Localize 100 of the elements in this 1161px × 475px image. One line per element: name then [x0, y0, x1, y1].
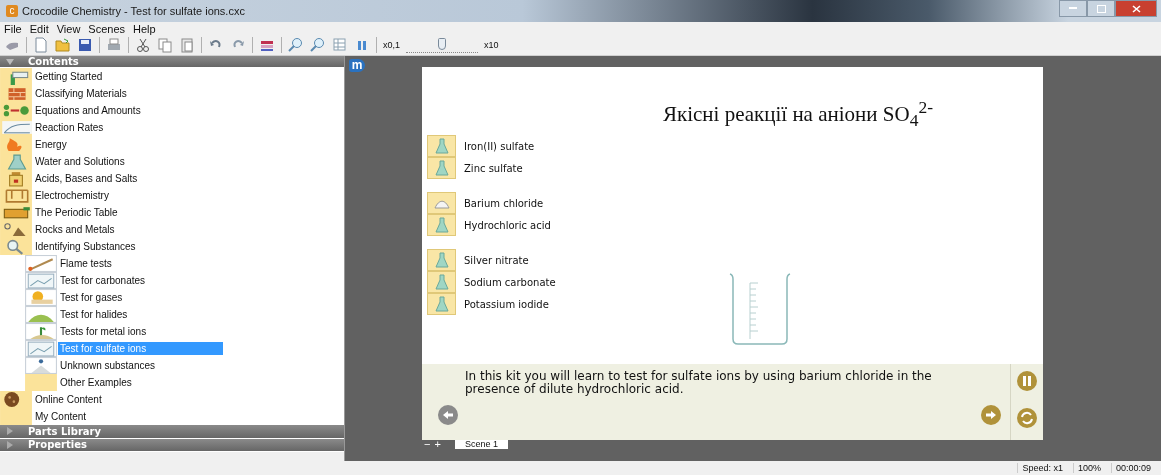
tree-item[interactable]: Rocks and Metals — [33, 223, 117, 236]
flame-icon — [0, 136, 32, 153]
table-icon — [0, 204, 32, 221]
scene-control[interactable]: + — [434, 440, 441, 449]
print-icon[interactable] — [106, 37, 122, 53]
copy-icon[interactable] — [157, 37, 173, 53]
reagent-tile[interactable] — [427, 249, 456, 272]
tree-item[interactable]: Water and Solutions — [33, 155, 127, 168]
panel-header[interactable]: Properties — [0, 438, 344, 452]
bricks-icon — [0, 85, 32, 102]
plant-icon — [25, 323, 57, 340]
flask-icon — [0, 153, 32, 170]
menu-item[interactable]: Scenes — [88, 22, 126, 35]
slider-max-label: x10 — [484, 40, 499, 50]
reagent-tile[interactable] — [427, 293, 456, 316]
tree-item[interactable]: My Content — [33, 410, 89, 423]
maximize-button[interactable] — [1087, 0, 1115, 17]
electrodes-icon — [0, 187, 32, 204]
minimize-icon — [1069, 7, 1077, 10]
reagent-tile[interactable] — [427, 135, 456, 158]
bubbles-icon — [25, 289, 57, 306]
maximize-icon — [1096, 4, 1106, 13]
magnifier-icon — [0, 238, 32, 255]
reagent-tile[interactable] — [427, 192, 456, 215]
tree-item[interactable]: Energy — [33, 138, 69, 151]
reagent-label: Iron(II) sulfate — [464, 140, 535, 152]
close-button[interactable] — [1115, 0, 1157, 17]
time-status: 00:00:09 — [1110, 463, 1155, 473]
reagent-label: Zinc sulfate — [464, 162, 523, 174]
next-button[interactable] — [980, 404, 1002, 426]
splint-icon — [25, 255, 57, 272]
logo: m — [349, 59, 365, 72]
close-icon — [1131, 4, 1141, 13]
speed-slider[interactable] — [406, 37, 478, 53]
tree-item[interactable]: Other Examples — [58, 376, 134, 389]
reagent-tile[interactable] — [427, 157, 456, 180]
tree-item[interactable]: Tests for metal ions — [58, 325, 149, 338]
zoom-in-icon[interactable] — [288, 37, 304, 53]
reagent-label: Barium chloride — [464, 197, 544, 209]
menu-item[interactable]: View — [56, 22, 81, 35]
tree-item[interactable]: Electrochemistry — [33, 189, 111, 202]
reagent-label: Potassium iodide — [464, 298, 549, 310]
tree-item[interactable]: Equations and Amounts — [33, 104, 143, 117]
zoom-status: 100% — [1072, 463, 1105, 473]
triangle-icon — [6, 57, 14, 66]
scene-tab[interactable]: Scene 1 — [454, 440, 508, 449]
restart-button[interactable] — [1016, 407, 1038, 429]
reagent-label: Sodium carbonate — [464, 276, 556, 288]
app-icon: c — [6, 5, 18, 17]
cone-icon — [25, 357, 57, 374]
picture-icon — [25, 272, 57, 289]
tree-item[interactable]: Reaction Rates — [33, 121, 106, 134]
minimize-button[interactable] — [1059, 0, 1087, 17]
flask-icon — [434, 252, 449, 269]
beaker-drawing[interactable] — [728, 273, 792, 345]
tree-item[interactable]: Acids, Bases and Salts — [33, 172, 140, 185]
open-folder-icon[interactable] — [55, 37, 71, 53]
reagent-label: Silver nitrate — [464, 254, 529, 266]
molecules-icon — [0, 102, 32, 119]
scene-control[interactable]: − — [424, 440, 431, 449]
reagent-tile[interactable] — [427, 271, 456, 294]
reagent-label: Hydrochloric acid — [464, 219, 551, 231]
menu-item[interactable]: File — [4, 22, 22, 35]
tree-item[interactable]: Classifying Materials — [33, 87, 129, 100]
rocks-icon — [0, 221, 32, 238]
menu-item[interactable]: Edit — [29, 22, 49, 35]
flask-icon — [434, 274, 449, 291]
picture-icon — [25, 340, 57, 357]
grid-icon[interactable] — [332, 37, 348, 53]
contents-header[interactable]: Contents — [0, 56, 344, 67]
reagent-tile[interactable] — [427, 214, 456, 237]
tree-item[interactable]: Flame tests — [58, 257, 114, 270]
tree-item[interactable]: Unknown substances — [58, 359, 158, 372]
signpost-icon — [0, 68, 32, 85]
back-button[interactable] — [437, 404, 459, 426]
paste-icon[interactable] — [179, 37, 195, 53]
tree-item[interactable]: Test for gases — [58, 291, 125, 304]
tree-item[interactable]: Online Content — [33, 393, 104, 406]
speed-status: Speed: x1 — [1017, 463, 1067, 473]
tree-item[interactable]: Getting Started — [33, 70, 105, 83]
menu-item[interactable]: Help — [133, 22, 156, 35]
flask-icon — [434, 296, 449, 313]
flask-icon — [434, 160, 449, 177]
pause-button[interactable] — [1016, 370, 1038, 392]
cut-icon[interactable] — [135, 37, 151, 53]
zoom-out-icon[interactable] — [310, 37, 326, 53]
caption-text: In this kit you will learn to test for sulfate ions by using barium chloride in the presence of dilute hydrochloric acid. — [464, 370, 933, 396]
tree-item[interactable]: Identifying Substances — [33, 240, 138, 253]
flask-icon — [434, 217, 449, 234]
slider-thumb[interactable] — [438, 37, 446, 50]
hill-icon — [25, 306, 57, 323]
save-icon[interactable] — [77, 37, 93, 53]
new-document-icon[interactable] — [33, 37, 49, 53]
panel-header[interactable]: Parts Library — [0, 425, 344, 438]
bottle-icon — [0, 170, 32, 187]
tree-item[interactable]: Test for halides — [58, 308, 130, 321]
tree-item[interactable]: Test for carbonates — [58, 274, 148, 287]
tree-item[interactable]: The Periodic Table — [33, 206, 120, 219]
flask-icon — [434, 138, 449, 155]
slider-min-label: x0,1 — [383, 40, 400, 50]
